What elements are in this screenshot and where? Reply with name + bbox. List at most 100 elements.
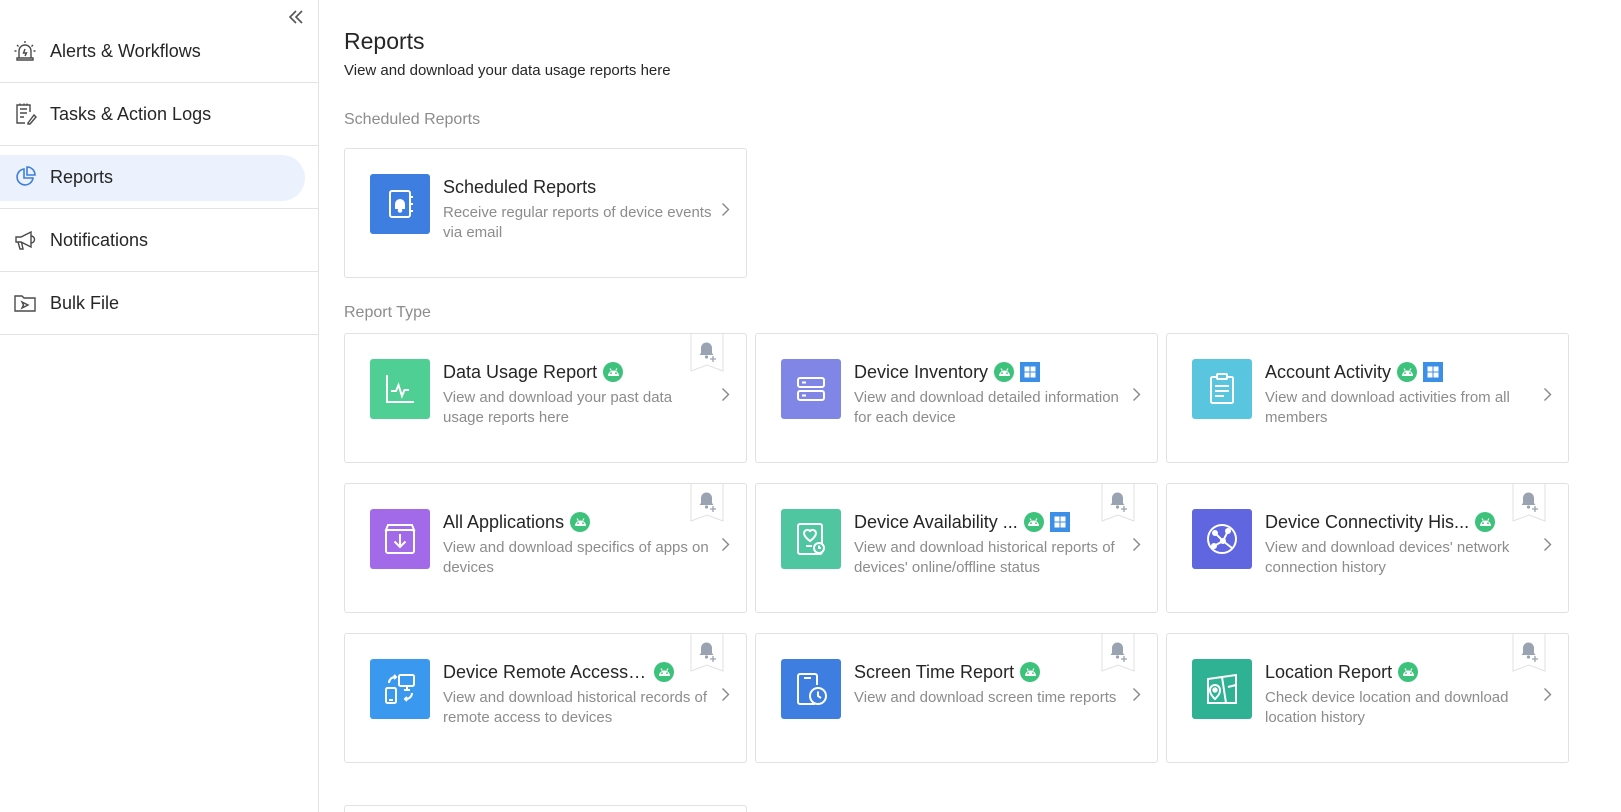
report-card[interactable]: Device Connectivity His... View and downl… bbox=[1166, 483, 1569, 613]
card-title: Data Usage Report bbox=[443, 361, 598, 382]
screen-clock-icon bbox=[793, 671, 829, 707]
remote-devices-icon bbox=[382, 671, 418, 707]
report-card-tile bbox=[781, 659, 841, 719]
sidebar-item-label: Tasks & Action Logs bbox=[50, 103, 212, 124]
card-title: Account Activity bbox=[1265, 361, 1392, 382]
report-card-tile bbox=[1192, 359, 1252, 419]
card-description: View and download detailed information f… bbox=[854, 389, 1119, 426]
sidebar: Alerts & Workflows Tasks & Action Logs R… bbox=[0, 0, 319, 812]
android-icon bbox=[603, 362, 624, 382]
report-card-tile bbox=[781, 359, 841, 419]
report-card[interactable]: Device Inventory View and download detail… bbox=[755, 333, 1158, 463]
report-card-tile bbox=[1192, 509, 1252, 569]
report-card[interactable]: Screen Time Report View and download scre… bbox=[755, 633, 1158, 763]
card-description: View and download historical records of … bbox=[443, 689, 708, 726]
report-card[interactable]: Device Remote Access ... View and downloa… bbox=[344, 633, 747, 763]
chevron-right-icon bbox=[1129, 535, 1143, 553]
task-list-icon bbox=[13, 102, 37, 126]
sidebar-item-notifications[interactable]: Notifications bbox=[0, 209, 318, 272]
subscribe-bell-icon[interactable] bbox=[1512, 484, 1546, 522]
card-title: Device Remote Access ... bbox=[443, 661, 648, 682]
windows-icon bbox=[1020, 362, 1041, 382]
report-card-tile bbox=[1192, 659, 1252, 719]
download-box-icon bbox=[382, 521, 418, 557]
sidebar-item-tasks-action-logs[interactable]: Tasks & Action Logs bbox=[0, 83, 318, 146]
report-card-tile bbox=[370, 509, 430, 569]
map-pin-icon bbox=[1204, 671, 1240, 707]
sidebar-item-label: Bulk File bbox=[50, 292, 120, 313]
sidebar-nav: Alerts & Workflows Tasks & Action Logs R… bbox=[0, 20, 318, 335]
android-icon bbox=[994, 362, 1015, 382]
server-icon bbox=[793, 371, 829, 407]
card-title-row: Device Availability ... bbox=[854, 509, 1119, 535]
main-content: Reports View and download your data usag… bbox=[344, 0, 1621, 812]
chevron-right-icon bbox=[718, 200, 732, 218]
card-description: View and download your past data usage r… bbox=[443, 389, 673, 426]
notebook-bell-icon bbox=[389, 190, 413, 218]
card-title-row: Location Report bbox=[1265, 659, 1530, 685]
card-description: View and download specifics of apps on d… bbox=[443, 539, 709, 576]
android-icon bbox=[1023, 512, 1044, 532]
card-title: Device Connectivity His... bbox=[1265, 511, 1470, 532]
card-title: Screen Time Report bbox=[854, 661, 1015, 682]
subscribe-bell-icon[interactable] bbox=[1101, 484, 1135, 522]
card-title-row: Screen Time Report bbox=[854, 659, 1119, 685]
chevron-right-icon bbox=[1540, 385, 1554, 403]
sidebar-item-reports[interactable]: Reports bbox=[0, 146, 318, 209]
card-title-row: Scheduled Reports bbox=[443, 174, 708, 200]
sidebar-item-label: Reports bbox=[50, 166, 114, 187]
subscribe-bell-icon[interactable] bbox=[690, 334, 724, 372]
chevron-right-icon bbox=[1540, 685, 1554, 703]
windows-icon bbox=[1423, 362, 1444, 382]
android-icon bbox=[1475, 512, 1496, 532]
section-label-scheduled: Scheduled Reports bbox=[344, 111, 481, 128]
section-label-report-type: Report Type bbox=[344, 304, 431, 321]
report-card[interactable]: Data Usage Report View and download your … bbox=[344, 333, 747, 463]
device-heart-icon bbox=[793, 521, 829, 557]
folder-send-icon bbox=[13, 291, 37, 315]
scheduled-reports-tile bbox=[370, 174, 430, 234]
subscribe-bell-icon[interactable] bbox=[690, 634, 724, 672]
android-icon bbox=[654, 662, 674, 682]
card-title: Device Availability ... bbox=[854, 511, 1018, 532]
chevron-right-icon bbox=[718, 535, 732, 553]
sidebar-item-bulk-file[interactable]: Bulk File bbox=[0, 272, 318, 335]
page-title: Reports bbox=[344, 28, 425, 54]
report-card[interactable]: All Applications View and download specif… bbox=[344, 483, 747, 613]
card-title-row: Data Usage Report bbox=[443, 359, 708, 385]
android-icon bbox=[1398, 662, 1419, 682]
subscribe-bell-icon[interactable] bbox=[690, 484, 724, 522]
card-title-row: All Applications bbox=[443, 509, 708, 535]
chevron-right-icon bbox=[718, 685, 732, 703]
subscribe-bell-icon[interactable] bbox=[1101, 634, 1135, 672]
network-globe-icon bbox=[1204, 521, 1240, 557]
chevron-right-icon bbox=[718, 385, 732, 403]
card-title: Scheduled Reports bbox=[443, 176, 597, 197]
report-card[interactable]: Account Activity View and download activi… bbox=[1166, 333, 1569, 463]
chevron-right-icon bbox=[1129, 385, 1143, 403]
card-description: Receive regular reports of device events… bbox=[443, 204, 712, 241]
alarm-icon bbox=[13, 39, 37, 63]
scheduled-reports-card[interactable]: Scheduled Reports Receive regular report… bbox=[344, 148, 747, 278]
card-title: Device Inventory bbox=[854, 361, 989, 382]
page-subtitle: View and download your data usage report… bbox=[344, 62, 671, 79]
card-description: View and download screen time reports bbox=[854, 689, 1117, 706]
report-card-tile bbox=[370, 359, 430, 419]
report-card[interactable]: Device Availability ... View and download… bbox=[755, 483, 1158, 613]
report-card-tile bbox=[370, 659, 430, 719]
report-card[interactable]: Location Report Check device location and… bbox=[1166, 633, 1569, 763]
android-icon bbox=[1020, 662, 1041, 682]
card-description: Check device location and download locat… bbox=[1265, 689, 1509, 726]
chevron-right-icon bbox=[1540, 535, 1554, 553]
windows-icon bbox=[1049, 512, 1070, 532]
pie-chart-icon bbox=[13, 165, 37, 189]
card-description: View and download activities from all me… bbox=[1265, 389, 1510, 426]
card-title: Location Report bbox=[1265, 661, 1393, 682]
sidebar-item-alerts-workflows[interactable]: Alerts & Workflows bbox=[0, 20, 318, 83]
chevron-right-icon bbox=[1129, 685, 1143, 703]
subscribe-bell-icon[interactable] bbox=[1512, 634, 1546, 672]
sidebar-item-label: Alerts & Workflows bbox=[50, 40, 201, 61]
card-title-row: Device Remote Access ... bbox=[443, 659, 708, 685]
card-title: All Applications bbox=[443, 511, 565, 532]
report-card-partial[interactable] bbox=[344, 805, 747, 812]
